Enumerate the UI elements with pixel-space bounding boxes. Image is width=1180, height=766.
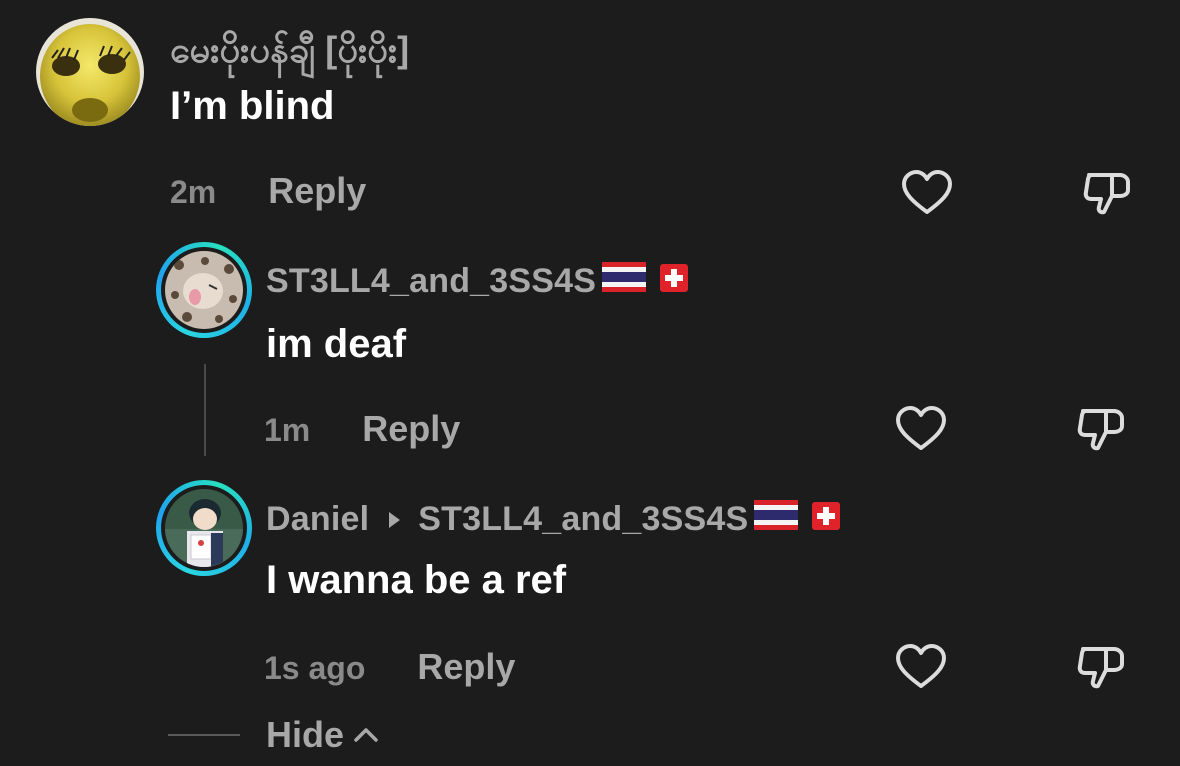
comment-text: I’m blind: [170, 84, 335, 128]
avatar[interactable]: [156, 480, 252, 576]
comment-timestamp: 1m: [264, 412, 311, 448]
comment-timestamp: 1s ago: [264, 650, 366, 686]
avatar[interactable]: [156, 242, 252, 338]
thailand-flag-icon: [602, 262, 647, 301]
divider: [168, 734, 240, 736]
thread-line: [204, 364, 206, 456]
dislike-button[interactable]: [1074, 402, 1128, 456]
avatar[interactable]: [36, 18, 144, 126]
comment-username[interactable]: ST3LL4_and_3SS4S: [266, 262, 689, 301]
like-button[interactable]: [894, 640, 948, 694]
hide-replies-button[interactable]: Hide: [168, 714, 380, 756]
heart-icon: [896, 644, 946, 688]
comment-text: I wanna be a ref: [266, 558, 567, 602]
reply-button[interactable]: Reply: [268, 170, 366, 212]
switzerland-flag-icon: [660, 262, 689, 301]
reply-button[interactable]: Reply: [417, 646, 515, 688]
comment-timestamp: 2m: [170, 174, 217, 210]
dislike-icon: [1083, 173, 1130, 215]
heart-icon: [896, 406, 946, 450]
comment-username[interactable]: Daniel ST3LL4_and_3SS4S: [266, 500, 841, 539]
thailand-flag-icon: [754, 500, 799, 539]
comment-meta: 2m Reply: [170, 170, 366, 212]
comment-username[interactable]: မေးပိုးပန်ချီ [ပိုးပိုး]: [170, 26, 409, 80]
like-button[interactable]: [894, 402, 948, 456]
dislike-button[interactable]: [1080, 166, 1134, 220]
hide-label: Hide: [266, 714, 345, 755]
switzerland-flag-icon: [812, 500, 841, 539]
comments-thread: မေးပိုးပန်ချီ [ပိုးပိုး] I’m blind 2m Re…: [0, 0, 1180, 766]
comment-meta: 1m Reply: [264, 408, 460, 450]
heart-icon: [902, 170, 952, 214]
comment-meta: 1s ago Reply: [264, 646, 515, 688]
chevron-up-icon: [354, 728, 378, 742]
dislike-button[interactable]: [1074, 640, 1128, 694]
dislike-icon: [1077, 409, 1124, 451]
dislike-icon: [1077, 647, 1124, 689]
caret-right-icon: [389, 511, 401, 528]
reply-button[interactable]: Reply: [362, 408, 460, 450]
reply-to-username[interactable]: ST3LL4_and_3SS4S: [418, 500, 748, 539]
comment-text: im deaf: [266, 322, 407, 366]
like-button[interactable]: [900, 166, 954, 220]
